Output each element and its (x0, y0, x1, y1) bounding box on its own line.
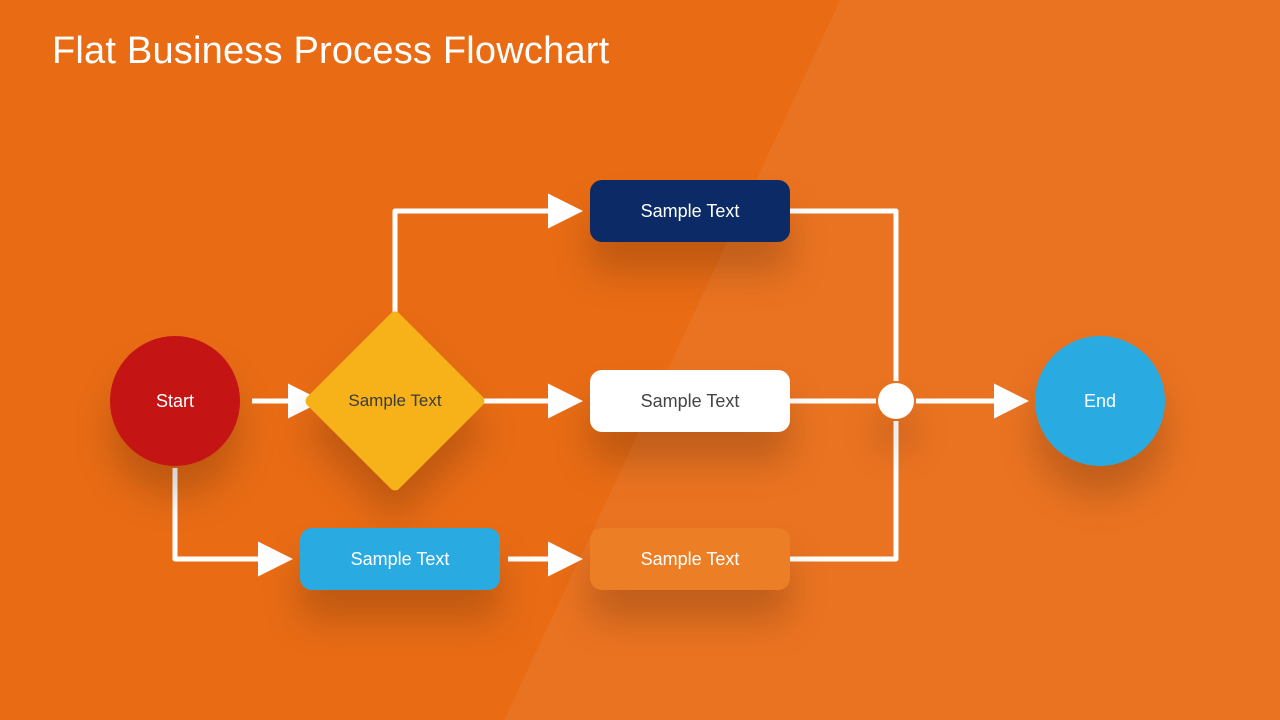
process-top-node: Sample Text (590, 180, 790, 242)
process-mid-node: Sample Text (590, 370, 790, 432)
start-node: Start (110, 336, 240, 466)
process-top-label: Sample Text (641, 201, 740, 222)
process-alt-node: Sample Text (300, 528, 500, 590)
merge-node (878, 383, 914, 419)
decision-node: Sample Text (330, 336, 460, 466)
end-label: End (1084, 391, 1116, 412)
end-node: End (1035, 336, 1165, 466)
process-bottom-node: Sample Text (590, 528, 790, 590)
start-label: Start (156, 391, 194, 412)
slide-title: Flat Business Process Flowchart (52, 30, 609, 73)
process-mid-label: Sample Text (641, 391, 740, 412)
decision-label: Sample Text (348, 391, 441, 411)
process-bottom-label: Sample Text (641, 549, 740, 570)
process-alt-label: Sample Text (351, 549, 450, 570)
